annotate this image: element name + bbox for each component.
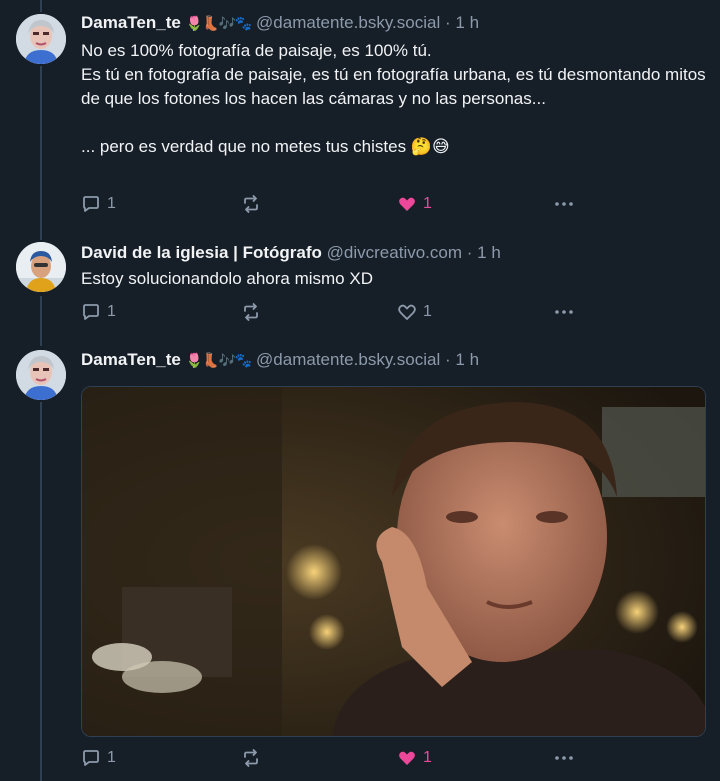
author-name[interactable]: DamaTen_te (81, 350, 181, 369)
like-count: 1 (423, 303, 432, 320)
repost-icon (244, 303, 258, 321)
post-text: No es 100% fotografía de paisaje, es 100… (81, 41, 706, 156)
separator-dot: · (466, 243, 473, 262)
post-time[interactable]: 1 h (455, 13, 479, 32)
post-time[interactable]: 1 h (455, 350, 479, 369)
post-content: DamaTen_te 🌷👢🎶🐾 @damatente.bsky.social ·… (81, 12, 706, 159)
separator-dot: · (444, 350, 451, 369)
like-button[interactable]: 1 (397, 748, 432, 768)
gif-image (82, 387, 705, 736)
like-count: 1 (423, 195, 432, 212)
more-options-button[interactable] (553, 302, 575, 322)
reply-button[interactable]: 1 (81, 194, 116, 214)
separator-dot: · (444, 13, 451, 32)
avatar[interactable] (16, 350, 66, 400)
author-name[interactable]: DamaTen_te (81, 13, 181, 32)
post-content: DamaTen_te 🌷👢🎶🐾 @damatente.bsky.social ·… (81, 349, 706, 371)
post-header: David de la iglesia | Fotógrafo @divcrea… (81, 242, 706, 264)
reply-icon (83, 304, 99, 320)
like-button[interactable]: 1 (397, 194, 432, 214)
author-name[interactable]: David de la iglesia | Fotógrafo (81, 243, 322, 262)
heart-icon (399, 197, 415, 211)
reply-icon (83, 750, 99, 766)
post-time[interactable]: 1 h (477, 243, 501, 262)
reply-icon (83, 196, 99, 212)
post-actions: 1 1 (81, 194, 581, 216)
repost-icon (244, 749, 258, 767)
author-handle[interactable]: @divcreativo.com (327, 243, 462, 262)
more-icon (555, 310, 573, 314)
post-header: DamaTen_te 🌷👢🎶🐾 @damatente.bsky.social ·… (81, 12, 706, 34)
more-icon (555, 756, 573, 760)
author-handle[interactable]: @damatente.bsky.social (256, 350, 440, 369)
more-options-button[interactable] (553, 194, 575, 214)
author-emoji: 🌷👢🎶🐾 (185, 352, 253, 368)
thread-line (40, 402, 42, 781)
more-icon (555, 202, 573, 206)
heart-icon (398, 304, 416, 320)
more-options-button[interactable] (553, 748, 575, 768)
post-header: DamaTen_te 🌷👢🎶🐾 @damatente.bsky.social ·… (81, 349, 706, 371)
reply-button[interactable]: 1 (81, 748, 116, 768)
author-handle[interactable]: @damatente.bsky.social (256, 13, 440, 32)
reply-count: 1 (107, 195, 116, 212)
post-content: David de la iglesia | Fotógrafo @divcrea… (81, 242, 706, 291)
repost-icon (244, 195, 258, 213)
heart-icon (399, 751, 415, 765)
repost-button[interactable] (241, 302, 267, 322)
author-emoji: 🌷👢🎶🐾 (185, 15, 253, 31)
thread-line (40, 296, 42, 346)
repost-button[interactable] (241, 194, 267, 214)
repost-button[interactable] (241, 748, 267, 768)
reply-count: 1 (107, 749, 116, 766)
reply-button[interactable]: 1 (81, 302, 116, 322)
post-text: Estoy solucionandolo ahora mismo XD (81, 269, 373, 288)
post-actions: 1 1 (81, 302, 581, 324)
reply-count: 1 (107, 303, 116, 320)
post-actions: 1 1 (81, 748, 581, 770)
thread-line (40, 0, 42, 12)
like-button[interactable]: 1 (397, 302, 432, 322)
avatar[interactable] (16, 242, 66, 292)
like-count: 1 (423, 749, 432, 766)
avatar[interactable] (16, 14, 66, 64)
thread-line (40, 66, 42, 240)
post-gif-image[interactable] (81, 386, 706, 737)
